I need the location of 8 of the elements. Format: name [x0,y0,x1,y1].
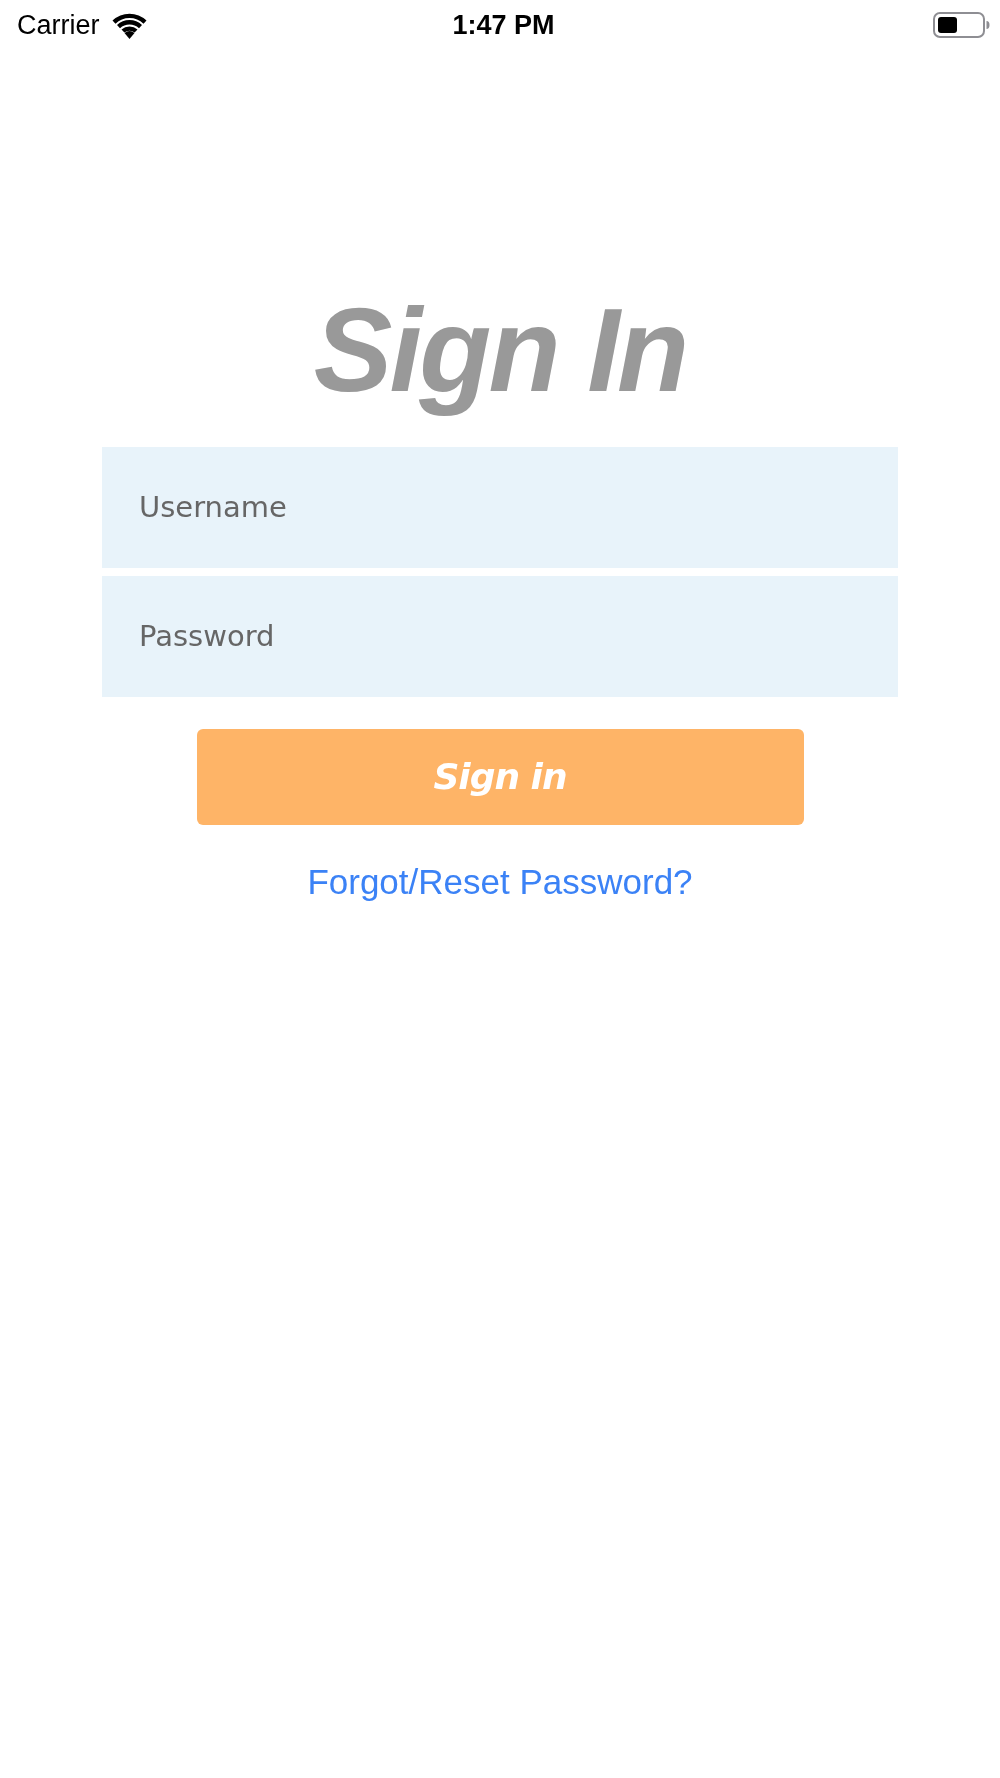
page-title: Sign In [313,283,687,418]
status-time: 1:47 PM [452,9,555,41]
carrier-name: Carrier [17,9,100,41]
input-field[interactable]: Password [102,575,898,697]
input-field[interactable]: Username [102,446,898,568]
forgot-password-link[interactable]: Forgot/Reset Password? [307,861,693,902]
battery-icon [933,12,990,38]
wifi-icon [111,11,147,39]
